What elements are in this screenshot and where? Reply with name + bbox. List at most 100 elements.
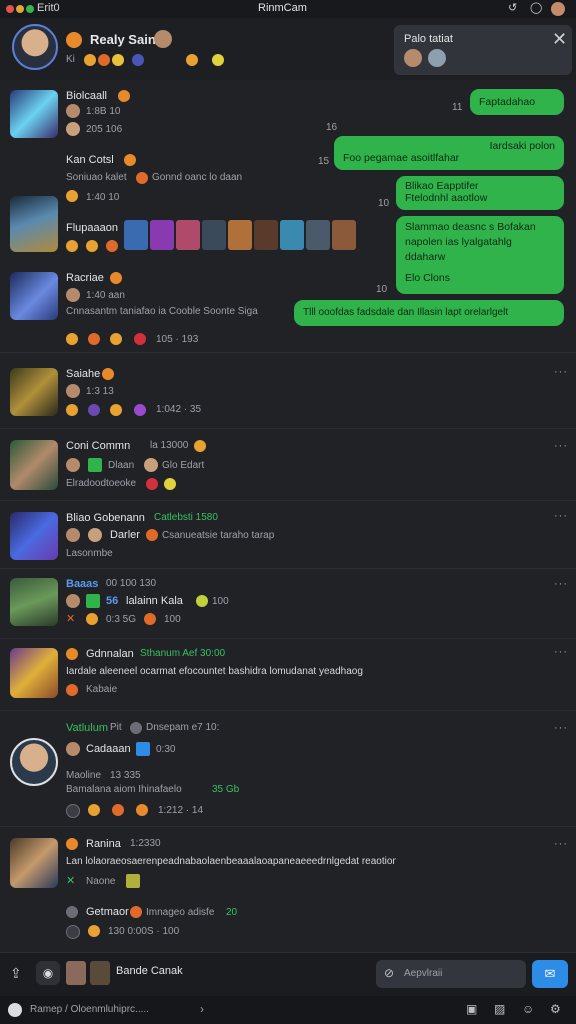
thumbnail[interactable] (150, 220, 174, 250)
share-icon[interactable]: ⇪ (10, 965, 22, 982)
feed-avatar[interactable] (10, 738, 58, 786)
thumbnail[interactable] (306, 220, 330, 250)
badge-icon (134, 333, 146, 345)
search-icon: ⊘ (384, 966, 395, 980)
emoji-icon[interactable]: ☺ (522, 1002, 534, 1016)
fire-icon (110, 272, 122, 284)
feed-avatar[interactable] (10, 838, 58, 888)
header-name[interactable]: Realy Sain (90, 32, 156, 47)
thumbnail[interactable] (176, 220, 200, 250)
mask-icon[interactable]: ◉ (36, 961, 60, 985)
thumbnail[interactable] (228, 220, 252, 250)
feed-avatar[interactable] (10, 440, 58, 490)
feed-name[interactable]: Ranina (86, 838, 121, 850)
feed-name[interactable]: Kan Cotsl (66, 154, 114, 166)
more-icon[interactable]: ··· (554, 722, 568, 734)
more-icon[interactable]: ··· (554, 578, 568, 590)
badge-icon (66, 925, 80, 939)
x-icon: ✕ (66, 875, 76, 887)
coin-icon (66, 240, 78, 252)
feed-name[interactable]: Vatlulum (66, 722, 108, 734)
coin-icon (88, 804, 100, 816)
message-bubble[interactable]: Slammao deasnc s Bofakan napolen ias lya… (396, 216, 564, 294)
feed-sub: Imnageo adisfe (146, 907, 215, 918)
maximize-dot[interactable] (26, 5, 34, 13)
search-input[interactable]: ⊘ Aepvlraii (376, 960, 526, 988)
coin-icon (136, 172, 148, 184)
back-icon[interactable]: ↺ (508, 1, 517, 14)
feed-name-extra: la 13000 (150, 440, 189, 451)
notification-popup[interactable]: Palo tatiat ✕ (394, 25, 572, 75)
message-line: ddaharw (405, 251, 446, 263)
thumbnail[interactable] (332, 220, 356, 250)
feed-sub: Cnnasantm taniafao ia Cooble Soonte Siga (66, 306, 258, 317)
message-line: Iardsaki polon (489, 140, 555, 152)
message-bubble[interactable]: Blikao Eapptifer Ftelodnhl aaotlow (396, 176, 564, 210)
feed-avatar[interactable] (10, 368, 58, 416)
profile-avatar[interactable] (551, 2, 565, 16)
info-icon[interactable]: ◯ (530, 1, 542, 14)
grid-icon[interactable]: ▣ (466, 1002, 477, 1016)
feed-name[interactable]: Bliao Gobenann (66, 512, 145, 524)
feed-name[interactable]: Gdnnalan (86, 648, 134, 660)
thumbnail[interactable] (202, 220, 226, 250)
feed-avatar[interactable] (10, 272, 58, 320)
mini-avatar (144, 458, 158, 472)
minimize-dot[interactable] (16, 5, 24, 13)
message-bubble[interactable]: Faptadahao (470, 89, 564, 115)
message-line: Slammao deasnc s Bofakan (405, 221, 536, 233)
mini-avatar (66, 122, 80, 136)
feed-sub: Gonnd oanc lo daan (152, 172, 243, 183)
feed-avatar[interactable] (10, 196, 58, 252)
more-icon[interactable]: ··· (554, 440, 568, 452)
popup-avatar (428, 49, 446, 67)
status-icon (8, 1003, 22, 1017)
more-icon[interactable]: ··· (554, 366, 568, 378)
fire-icon (118, 90, 130, 102)
thumbnail-strip[interactable] (124, 220, 360, 252)
mini-avatar (66, 288, 80, 302)
coin-icon (112, 804, 124, 816)
coin-icon (106, 240, 118, 252)
feed-avatar[interactable] (10, 512, 58, 560)
coin-icon (66, 404, 78, 416)
chevron-right-icon[interactable]: › (200, 1002, 204, 1016)
mini-avatar (88, 528, 102, 542)
message-bubble[interactable]: Iardsaki polon Foo pegamae asoitlfahar (334, 136, 564, 170)
feed-sub: 205 106 (86, 124, 123, 135)
feed-sub: Bamalana aiom Ihinafaelo (66, 784, 182, 795)
send-button[interactable]: ✉ (532, 960, 568, 988)
x-icon: ✕ (66, 613, 76, 625)
message-bubble[interactable]: Tlll ooofdas fadsdale dan Illasin lapt o… (294, 300, 564, 326)
header-avatar[interactable] (12, 24, 58, 70)
thumbnail[interactable] (254, 220, 278, 250)
feed-name[interactable]: Baaas (66, 578, 98, 590)
feed-name[interactable]: Biolcaall (66, 90, 107, 102)
settings-icon[interactable]: ⚙ (550, 1002, 561, 1016)
close-dot[interactable] (6, 5, 14, 13)
feed-name[interactable]: Racriae (66, 272, 104, 284)
search-placeholder: Aepvlraii (404, 968, 443, 979)
message-time: 15 (318, 156, 330, 167)
divider (0, 500, 576, 501)
feed-avatar[interactable] (10, 90, 58, 138)
more-icon[interactable]: ··· (554, 510, 568, 522)
thumbnail[interactable] (124, 220, 148, 250)
thumbnail[interactable] (66, 961, 86, 985)
thumbnail[interactable] (90, 961, 110, 985)
close-icon[interactable]: ✕ (552, 29, 567, 50)
coin-icon (110, 404, 122, 416)
thumbnail[interactable] (280, 220, 304, 250)
feed-name[interactable]: Saiahe (66, 368, 100, 380)
more-icon[interactable]: ··· (554, 646, 568, 658)
badge-icon (66, 804, 80, 818)
more-icon[interactable]: ··· (554, 838, 568, 850)
feed-name[interactable]: Coni Commn (66, 440, 130, 452)
feed-avatar[interactable] (10, 648, 58, 698)
image-icon[interactable]: ▨ (494, 1002, 505, 1016)
coin-icon (144, 613, 156, 625)
feed-name[interactable]: Flupaaaon (66, 222, 118, 234)
divider (0, 568, 576, 569)
feed-avatar[interactable] (10, 578, 58, 626)
coin-icon (130, 906, 142, 918)
